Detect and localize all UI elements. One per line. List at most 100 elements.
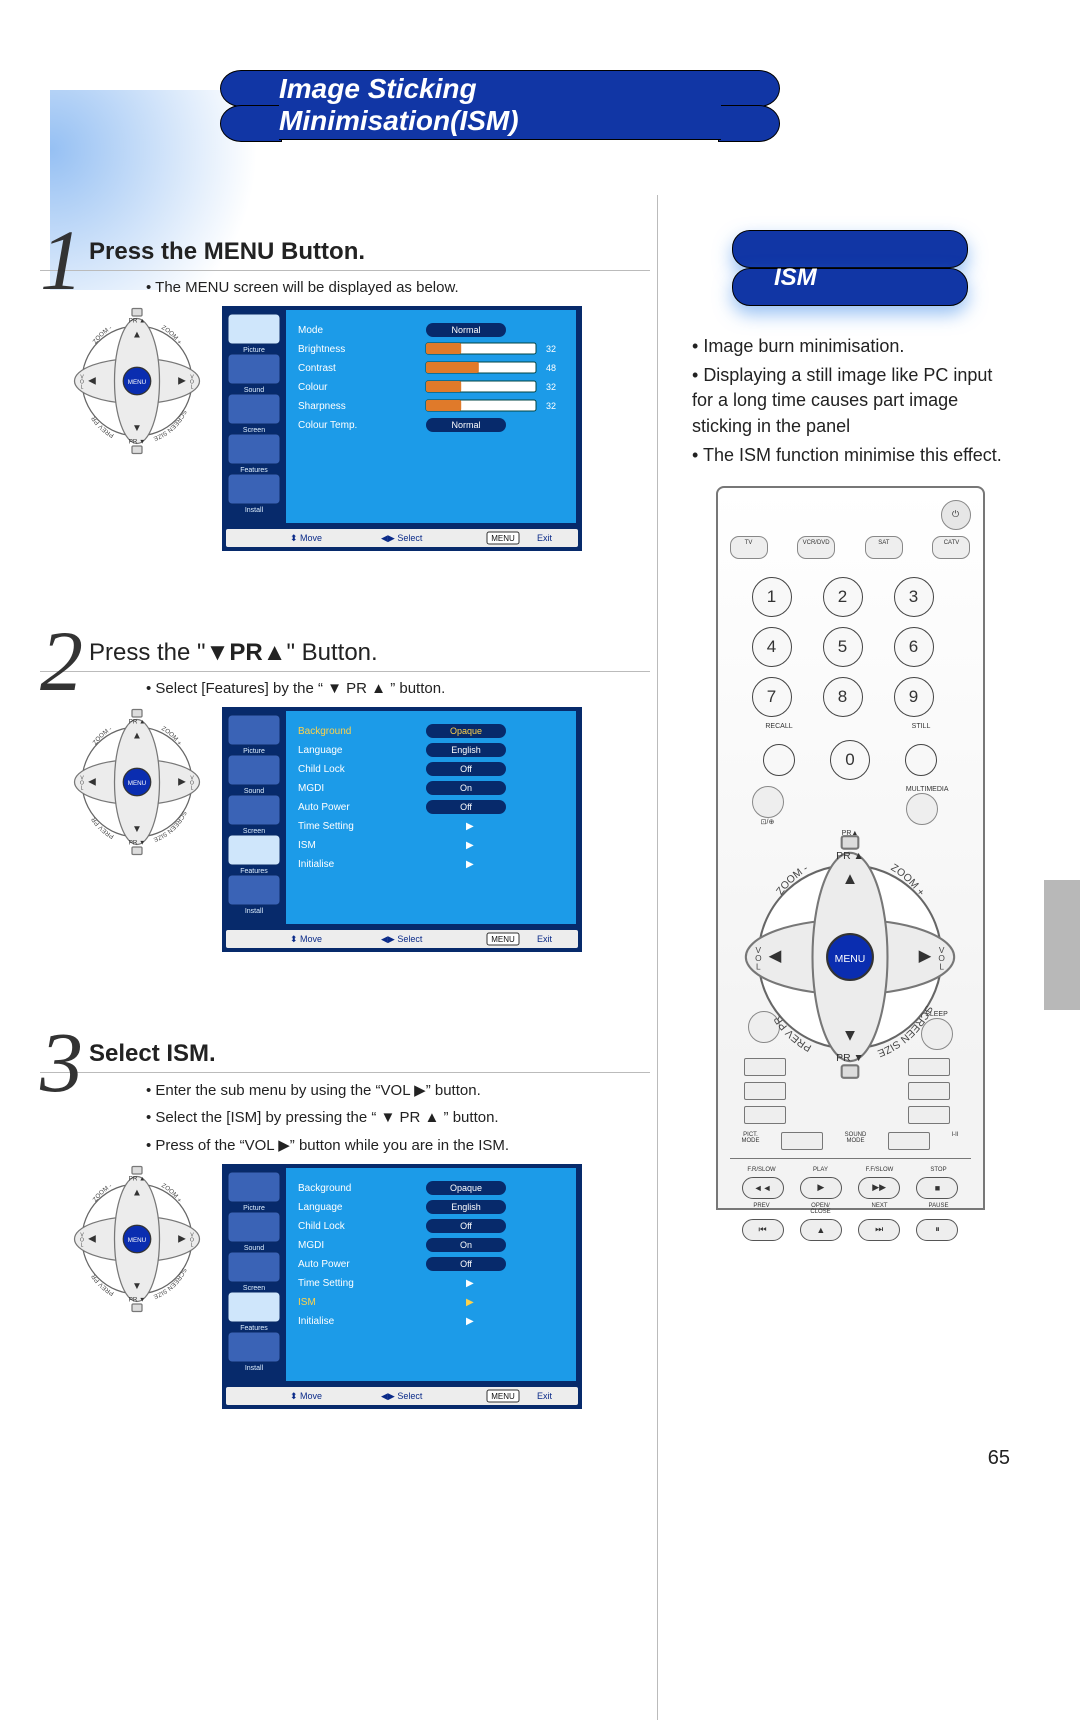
svg-text:L: L — [81, 385, 84, 391]
multimedia-label: MULTIMEDIA — [906, 786, 949, 793]
transport-button: ■ — [916, 1177, 958, 1199]
svg-text:MENU: MENU — [491, 1392, 515, 1401]
transport-label: F.F/SLOW — [860, 1167, 900, 1173]
source-catv-button: CATV — [932, 536, 970, 559]
svg-text:Colour: Colour — [298, 382, 328, 393]
svg-text:Sound: Sound — [244, 387, 264, 394]
svg-text:L: L — [191, 1243, 194, 1249]
svg-text:Install: Install — [245, 908, 264, 915]
ism-bullet: Image burn minimisation. — [692, 334, 1008, 359]
step-title: Select ISM. — [89, 1040, 216, 1068]
svg-text:⬍ Move: ⬍ Move — [290, 934, 322, 944]
recall-button — [763, 744, 795, 776]
transport-label: STOP — [919, 1167, 959, 1173]
svg-text:MENU: MENU — [491, 935, 515, 944]
svg-text:Install: Install — [245, 507, 264, 514]
transport-button: ⏸ — [916, 1219, 958, 1241]
svg-text:PR ▲: PR ▲ — [129, 317, 146, 324]
svg-text:Auto Power: Auto Power — [298, 802, 350, 813]
svg-text:32: 32 — [546, 382, 556, 392]
svg-text:MENU: MENU — [491, 534, 515, 543]
transport-label: PREV — [742, 1203, 782, 1215]
svg-text:PR ▲: PR ▲ — [129, 718, 146, 725]
step-note: The MENU screen will be displayed as bel… — [146, 279, 650, 296]
num-1-button: 1 — [752, 577, 792, 617]
svg-text:▲: ▲ — [132, 730, 142, 741]
transport-label: NEXT — [860, 1203, 900, 1215]
osd-screenshot: PictureSoundScreenFeaturesInstallBackgro… — [222, 707, 582, 952]
osd-screenshot: PictureSoundScreenFeaturesInstallModeNor… — [222, 306, 582, 551]
svg-text:Features: Features — [240, 467, 268, 474]
still-button — [905, 744, 937, 776]
dpad-illustration: MENU ◀ ▶ ▲ ▼ V O L V O L PR ▲ PR ▼ ZOOM … — [62, 707, 212, 952]
svg-text:MENU: MENU — [835, 954, 866, 965]
svg-text:Language: Language — [298, 1202, 343, 1213]
transport-label: PLAY — [801, 1167, 841, 1173]
svg-text:Initialise: Initialise — [298, 1316, 335, 1327]
svg-text:English: English — [451, 1202, 481, 1212]
svg-text:◀▶ Select: ◀▶ Select — [381, 1391, 423, 1401]
power-icon: ⏻ — [941, 500, 971, 530]
step-number: 2 — [40, 631, 83, 691]
ism-pill: ISM — [720, 230, 980, 314]
svg-text:ISM: ISM — [298, 1297, 316, 1308]
svg-text:▶: ▶ — [466, 1278, 474, 1289]
dpad-illustration: MENU ◀ ▶ ▲ ▼ V O L V O L PR ▲ PR ▼ ZOOM … — [62, 306, 212, 551]
num-4-button: 4 — [752, 627, 792, 667]
step-title: Press the "▼PR▲" Button. — [89, 639, 378, 667]
svg-text:L: L — [939, 961, 944, 971]
num-9-button: 9 — [894, 677, 934, 717]
svg-text:Off: Off — [460, 802, 472, 812]
svg-text:On: On — [460, 1240, 472, 1250]
svg-text:Opaque: Opaque — [450, 1183, 482, 1193]
num-5-button: 5 — [823, 627, 863, 667]
svg-text:Initialise: Initialise — [298, 859, 335, 870]
svg-text:Exit: Exit — [537, 934, 553, 944]
svg-text:PR ▼: PR ▼ — [129, 840, 146, 847]
num-0-button: 0 — [830, 740, 870, 780]
misc-button — [744, 1082, 786, 1100]
svg-text:MGDI: MGDI — [298, 1240, 324, 1251]
page-title-band: Image Sticking Minimisation(ISM) — [220, 70, 780, 140]
ism-sidebar: ISM Image burn minimisation.Displaying a… — [680, 200, 1020, 1435]
svg-text:Normal: Normal — [451, 325, 480, 335]
svg-text:32: 32 — [546, 401, 556, 411]
svg-text:Brightness: Brightness — [298, 344, 345, 355]
svg-text:L: L — [191, 385, 194, 391]
svg-text:▶: ▶ — [178, 376, 186, 387]
svg-text:English: English — [451, 745, 481, 755]
svg-text:On: On — [460, 783, 472, 793]
dpad-illustration: MENU ◀ ▶ ▲ ▼ V O L V O L PR ▲ PR ▼ ZOOM … — [62, 1164, 212, 1409]
svg-text:Contrast: Contrast — [298, 363, 336, 374]
svg-text:Auto Power: Auto Power — [298, 1259, 350, 1270]
svg-text:▼: ▼ — [842, 1025, 859, 1044]
svg-text:PR ▲: PR ▲ — [129, 1175, 146, 1182]
svg-text:◀▶ Select: ◀▶ Select — [381, 533, 423, 543]
svg-text:Opaque: Opaque — [450, 726, 482, 736]
transport-label: OPEN/ CLOSE — [801, 1203, 841, 1215]
transport-button: ▶ — [800, 1177, 842, 1199]
svg-text:▲: ▲ — [842, 869, 859, 888]
svg-text:Sound: Sound — [244, 788, 264, 795]
transport-button: ⏮ — [742, 1219, 784, 1241]
page-number: 65 — [988, 1447, 1010, 1470]
svg-text:▼: ▼ — [132, 1281, 142, 1292]
svg-text:PR ▼: PR ▼ — [129, 1297, 146, 1304]
svg-text:L: L — [191, 786, 194, 792]
svg-text:ISM: ISM — [298, 840, 316, 851]
step-note: Press of the “VOL ▶” button while you ar… — [146, 1136, 650, 1154]
svg-text:Child Lock: Child Lock — [298, 1221, 346, 1232]
svg-text:PR ▼: PR ▼ — [836, 1053, 864, 1064]
svg-text:◀: ◀ — [769, 946, 783, 965]
ism-description: Image burn minimisation.Displaying a sti… — [680, 334, 1020, 486]
svg-text:Sharpness: Sharpness — [298, 401, 346, 412]
svg-text:Colour Temp.: Colour Temp. — [298, 420, 357, 431]
recall-label: RECALL — [752, 723, 807, 730]
svg-text:▶: ▶ — [466, 840, 474, 851]
svg-text:Off: Off — [460, 1221, 472, 1231]
svg-text:Off: Off — [460, 764, 472, 774]
svg-text:Features: Features — [240, 868, 268, 875]
step-note: Select [Features] by the “ ▼ PR ▲ ” butt… — [146, 680, 650, 697]
svg-text:Features: Features — [240, 1325, 268, 1332]
svg-text:◀▶ Select: ◀▶ Select — [381, 934, 423, 944]
